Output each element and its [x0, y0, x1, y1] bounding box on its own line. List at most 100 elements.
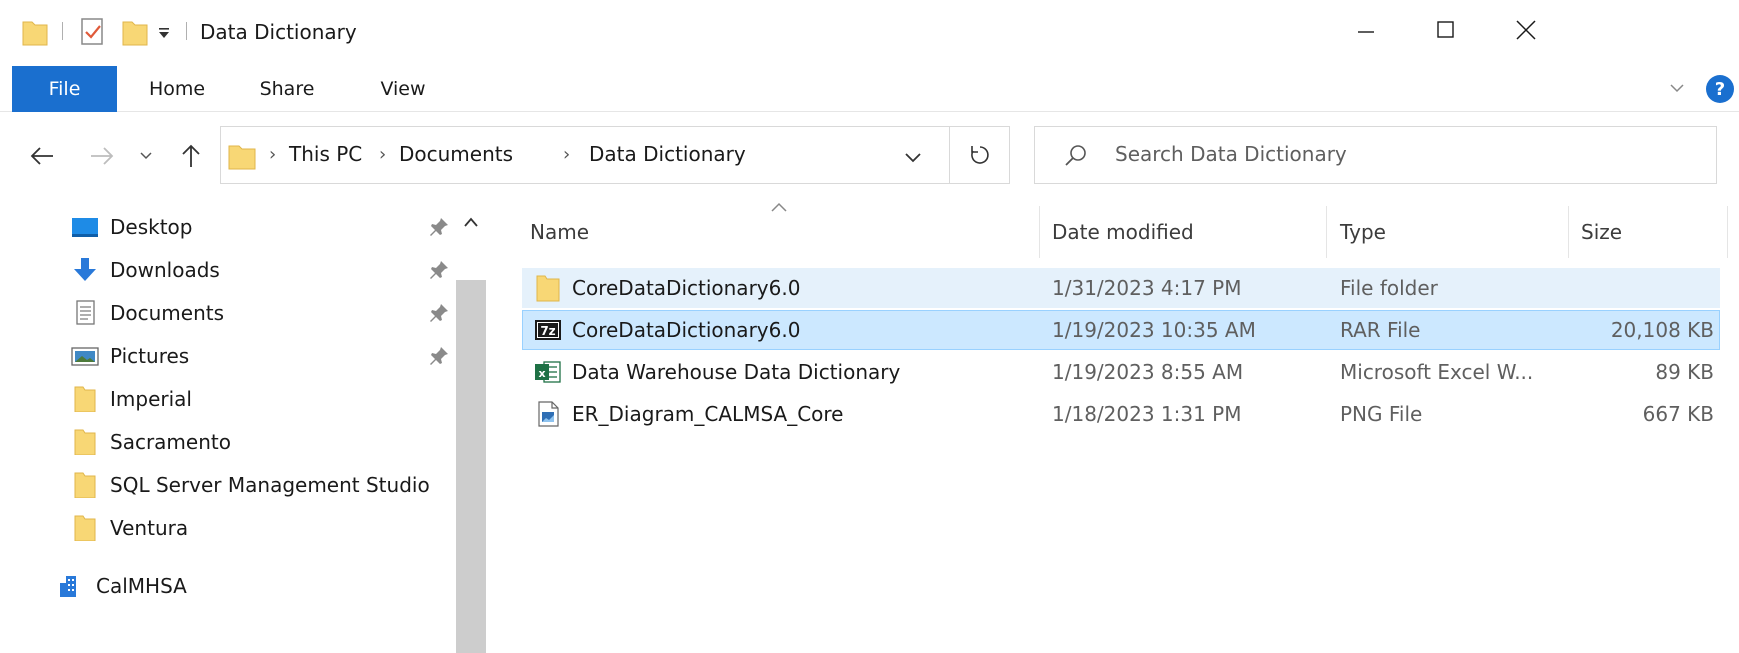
file-size: 667 KB [1642, 402, 1714, 426]
tab-file[interactable]: File [12, 66, 117, 112]
pin-icon[interactable] [428, 216, 450, 238]
new-folder-icon[interactable] [122, 18, 148, 46]
sidebar-item-calmhsa[interactable]: CalMHSA [46, 567, 446, 603]
refresh-button[interactable] [950, 126, 1010, 184]
tab-home[interactable]: Home [127, 66, 227, 112]
tab-view[interactable]: View [353, 66, 453, 112]
folder-icon [74, 429, 96, 455]
scroll-up-button[interactable] [454, 210, 487, 234]
expand-ribbon-icon[interactable] [1667, 78, 1687, 98]
sidebar-item-label: Desktop [110, 215, 193, 239]
file-type: Microsoft Excel W... [1340, 360, 1534, 384]
sidebar-item-imperial[interactable]: Imperial [60, 380, 460, 416]
sidebar-item-label: CalMHSA [96, 574, 187, 598]
sidebar-item-label: Ventura [110, 516, 189, 540]
sidebar-item-label: SQL Server Management Studio [110, 473, 430, 497]
column-divider[interactable] [1727, 206, 1728, 258]
navigation-scrollbar[interactable] [454, 200, 487, 653]
separator [186, 22, 187, 40]
window-title: Data Dictionary [200, 20, 357, 44]
arrow-right-icon [91, 147, 114, 165]
breadcrumb-documents[interactable]: Documents [399, 142, 513, 166]
file-name: CoreDataDictionary6.0 [572, 276, 801, 300]
folder-icon [74, 515, 96, 541]
file-row[interactable]: CoreDataDictionary6.0 1/31/2023 4:17 PM … [522, 268, 1720, 308]
desktop-icon [72, 218, 98, 237]
ribbon-tabs: File Home Share View ? [0, 66, 1739, 112]
excel-file-icon: x [535, 361, 561, 383]
sidebar-item-sacramento[interactable]: Sacramento [60, 423, 460, 459]
sidebar-item-label: Pictures [110, 344, 190, 368]
back-button[interactable] [26, 136, 58, 176]
sidebar-item-ventura[interactable]: Ventura [60, 509, 460, 545]
file-row[interactable]: ER_Diagram_CALMSA_Core 1/18/2023 1:31 PM… [522, 394, 1720, 434]
column-divider[interactable] [1326, 206, 1327, 258]
file-type: PNG File [1340, 402, 1423, 426]
column-divider[interactable] [1039, 206, 1040, 258]
maximize-button[interactable] [1406, 10, 1486, 50]
file-row[interactable]: 7z CoreDataDictionary6.0 1/19/2023 10:35… [522, 310, 1720, 350]
sidebar-item-documents[interactable]: Documents [60, 294, 460, 330]
file-name: ER_Diagram_CALMSA_Core [572, 402, 844, 426]
downloads-icon [74, 258, 96, 281]
properties-icon[interactable] [80, 17, 106, 47]
folder-icon[interactable] [22, 18, 48, 46]
svg-text:x: x [538, 367, 545, 380]
breadcrumb-data-dictionary[interactable]: Data Dictionary [589, 142, 746, 166]
search-placeholder: Search Data Dictionary [1115, 142, 1347, 166]
file-name: CoreDataDictionary6.0 [572, 318, 801, 342]
pin-icon[interactable] [428, 259, 450, 281]
file-row[interactable]: x Data Warehouse Data Dictionary 1/19/20… [522, 352, 1720, 392]
navigation-pane: Desktop Downloads Documents Pictures Imp… [0, 200, 485, 653]
sidebar-item-sql-server-management-studio[interactable]: SQL Server Management Studio [60, 466, 460, 502]
column-header-row: Name Date modified Type Size [487, 200, 1739, 264]
sidebar-item-pictures[interactable]: Pictures [60, 337, 460, 373]
help-button[interactable]: ? [1706, 75, 1734, 103]
chevron-down-icon [140, 152, 152, 160]
help-icon: ? [1714, 78, 1726, 100]
file-date-modified: 1/31/2023 4:17 PM [1052, 276, 1242, 300]
file-type: File folder [1340, 276, 1438, 300]
documents-icon [76, 300, 95, 325]
search-input[interactable]: Search Data Dictionary [1034, 126, 1717, 184]
folder-icon [74, 386, 96, 412]
column-header-size[interactable]: Size [1581, 220, 1622, 244]
organization-icon [60, 576, 76, 597]
file-date-modified: 1/19/2023 8:55 AM [1052, 360, 1244, 384]
sort-ascending-icon [771, 202, 787, 212]
column-divider[interactable] [1568, 206, 1569, 258]
sidebar-item-label: Downloads [110, 258, 220, 282]
chevron-down-icon[interactable] [901, 145, 925, 169]
folder-icon [74, 472, 96, 498]
sidebar-item-downloads[interactable]: Downloads [60, 251, 460, 287]
pin-icon[interactable] [428, 302, 450, 324]
close-button[interactable] [1486, 10, 1566, 50]
file-name: Data Warehouse Data Dictionary [572, 360, 901, 384]
breadcrumb-separator: › [269, 144, 277, 165]
folder-icon [536, 275, 560, 302]
up-button[interactable] [175, 136, 207, 176]
scrollbar-thumb[interactable] [456, 280, 486, 653]
column-header-name[interactable]: Name [530, 220, 589, 244]
address-bar[interactable]: › This PC › Documents › Data Dictionary [220, 126, 950, 184]
minimize-button[interactable] [1326, 10, 1406, 50]
breadcrumb-separator: › [379, 144, 387, 165]
arrow-up-icon [182, 144, 200, 167]
title-bar: Data Dictionary [0, 0, 1739, 60]
recent-locations-button[interactable] [134, 136, 158, 176]
sidebar-item-desktop[interactable]: Desktop [60, 208, 460, 244]
svg-text:7z: 7z [540, 324, 555, 338]
customize-quick-access-icon[interactable] [157, 26, 171, 40]
sidebar-item-label: Sacramento [110, 430, 231, 454]
tab-share[interactable]: Share [237, 66, 337, 112]
folder-icon [228, 145, 256, 170]
png-image-icon [538, 401, 559, 427]
separator [62, 22, 63, 40]
forward-button[interactable] [86, 136, 118, 176]
pin-icon[interactable] [428, 345, 450, 367]
file-date-modified: 1/19/2023 10:35 AM [1052, 318, 1256, 342]
file-date-modified: 1/18/2023 1:31 PM [1052, 402, 1242, 426]
breadcrumb-this-pc[interactable]: This PC [289, 142, 362, 166]
column-header-type[interactable]: Type [1340, 220, 1386, 244]
column-header-date-modified[interactable]: Date modified [1052, 220, 1194, 244]
